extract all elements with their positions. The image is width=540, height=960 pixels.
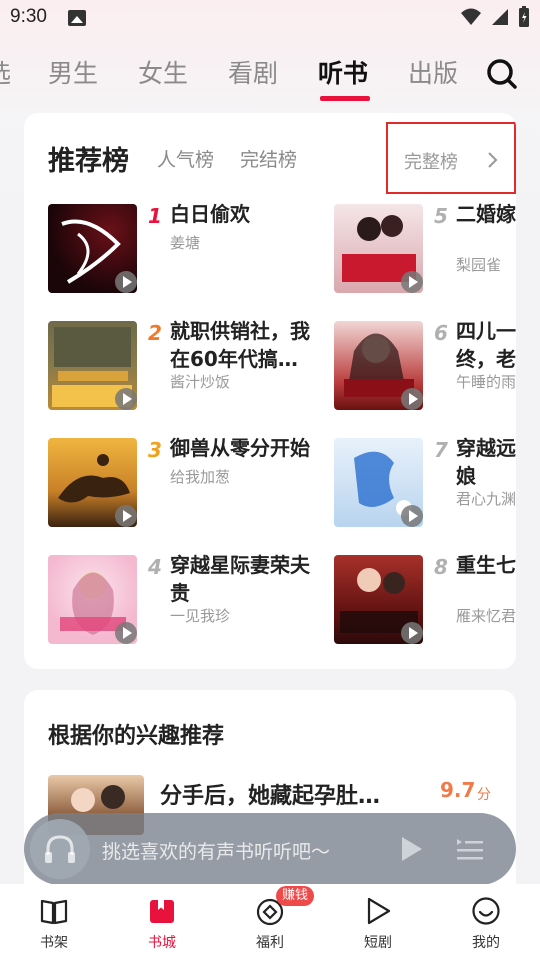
ranking-card: 推荐榜 人气榜 完结榜 完整榜 1 白日偷欢 姜塘 2 就职供销社，我在60年代… [24, 113, 516, 669]
nav-bookstore[interactable]: 书城 [122, 884, 202, 960]
battery-icon [519, 6, 529, 27]
tab-audiobook[interactable]: 听书 [318, 54, 368, 90]
nav-short-drama[interactable]: 短剧 [338, 884, 418, 960]
rank-number: 6 [434, 321, 448, 345]
book-item[interactable]: 7 穿越远古，野人娘 君心九渊 [334, 436, 516, 530]
active-tab-indicator [320, 96, 370, 101]
book-cover [334, 321, 423, 410]
nav-bookshelf[interactable]: 书架 [14, 884, 94, 960]
book-author: 姜塘 [170, 234, 201, 252]
book-cover [48, 204, 137, 293]
bottom-nav: 书架 书城 福利 赚钱 短剧 我的 [0, 884, 540, 960]
play-icon [115, 622, 137, 644]
book-cover [48, 438, 137, 527]
book-item[interactable]: 5 二婚嫁大佬，前 梨园雀 [334, 202, 516, 296]
nav-label: 短剧 [364, 935, 392, 951]
nav-label: 福利 [256, 935, 284, 951]
headphone-icon [45, 835, 75, 863]
book-cover [48, 321, 137, 410]
book-title: 四儿一女，临终，老 [456, 319, 516, 371]
book-item[interactable]: 6 四儿一女，临终，老 午睡的雨 [334, 319, 516, 413]
rank-number: 2 [148, 321, 162, 345]
book-title: 重生七零离婚冷 [456, 553, 516, 577]
audio-placeholder: 挑选喜欢的有声书听听吧～ [102, 841, 331, 863]
book-item[interactable]: 3 御兽从零分开始 给我加葱 [48, 436, 348, 530]
book-cover [334, 438, 423, 527]
book-author: 酱汁炒饭 [170, 373, 231, 391]
subtab-popular[interactable]: 人气榜 [157, 145, 214, 172]
status-icons [460, 6, 530, 28]
rank-number: 7 [434, 438, 448, 462]
book-title: 穿越星际妻荣夫贵 [170, 553, 310, 605]
ranking-title: 推荐榜 [48, 146, 129, 177]
play-icon [367, 897, 391, 925]
book-cover [334, 204, 423, 293]
nav-mine[interactable]: 我的 [446, 884, 526, 960]
tab-partial[interactable]: 选 [0, 54, 11, 90]
book-item[interactable]: 1 白日偷欢 姜塘 [48, 202, 348, 296]
book-title: 御兽从零分开始 [170, 436, 310, 460]
smile-icon [472, 897, 500, 925]
play-icon [115, 271, 137, 293]
rank-number: 5 [434, 204, 448, 228]
book-title: 二婚嫁大佬，前 [456, 202, 516, 226]
headphone-button[interactable] [30, 819, 90, 879]
full-ranking-label: 完整榜 [404, 152, 458, 173]
book-author: 雁来忆君 [456, 607, 516, 625]
tab-publish[interactable]: 出版 [408, 54, 458, 90]
chevron-right-icon [488, 152, 498, 168]
play-icon [401, 505, 423, 527]
audio-player-bar[interactable]: 挑选喜欢的有声书听听吧～ [24, 813, 516, 885]
tab-female[interactable]: 女生 [138, 54, 188, 90]
play-icon [115, 505, 137, 527]
book-author: 一见我珍 [170, 607, 231, 625]
book-item[interactable]: 8 重生七零离婚冷 雁来忆君 [334, 553, 516, 647]
book-title: 白日偷欢 [170, 202, 250, 226]
search-icon[interactable] [484, 56, 520, 92]
full-ranking-button[interactable]: 完整榜 [386, 122, 516, 194]
tab-drama[interactable]: 看剧 [228, 54, 278, 90]
book-author: 君心九渊 [456, 490, 516, 508]
rank-number: 4 [148, 555, 162, 579]
book-cover [334, 555, 423, 644]
recommend-title[interactable]: 分手后，她藏起孕肚… [160, 778, 380, 810]
image-notification-icon [68, 10, 86, 26]
play-icon[interactable] [398, 835, 424, 863]
rank-number: 3 [148, 438, 162, 462]
earn-badge: 赚钱 [276, 886, 315, 906]
tab-male[interactable]: 男生 [48, 54, 98, 90]
playlist-icon[interactable] [454, 833, 486, 865]
top-tab-bar: 选 男生 女生 看剧 听书 出版 [0, 50, 540, 106]
play-icon [401, 622, 423, 644]
book-item[interactable]: 2 就职供销社，我在60年代搞… 酱汁炒饭 [48, 319, 348, 413]
book-author: 午睡的雨 [456, 373, 516, 391]
signal-icon [492, 9, 508, 25]
play-icon [401, 271, 423, 293]
book-title: 就职供销社，我在60年代搞… [170, 319, 310, 371]
nav-label: 书架 [40, 935, 68, 951]
score-unit: 分 [477, 787, 491, 803]
book-open-icon [40, 899, 68, 925]
book-item[interactable]: 4 穿越星际妻荣夫贵 一见我珍 [48, 553, 348, 647]
interest-title: 根据你的兴趣推荐 [48, 724, 225, 749]
rank-number: 8 [434, 555, 448, 579]
nav-label: 书城 [148, 935, 176, 951]
book-cover [48, 555, 137, 644]
book-author: 给我加葱 [170, 468, 231, 486]
recommend-score: 9.7 [440, 778, 476, 802]
rank-number: 1 [148, 204, 162, 228]
wifi-icon [461, 8, 481, 25]
subtab-finished[interactable]: 完结榜 [240, 145, 297, 172]
play-icon [115, 388, 137, 410]
status-time: 9:30 [10, 6, 47, 27]
book-title: 穿越远古，野人娘 [456, 436, 516, 488]
play-icon [401, 388, 423, 410]
bookstore-icon [150, 900, 174, 923]
status-bar: 9:30 [0, 0, 540, 36]
book-author: 梨园雀 [456, 256, 502, 274]
nav-label: 我的 [472, 935, 500, 951]
